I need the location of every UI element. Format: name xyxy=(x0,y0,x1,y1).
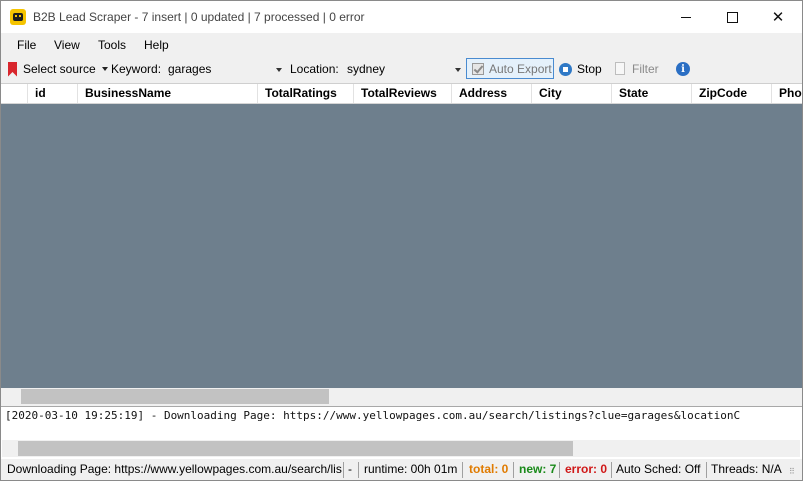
chevron-down-icon xyxy=(276,68,282,72)
location-value: sydney xyxy=(347,62,386,76)
column-header-city[interactable]: City xyxy=(532,84,612,103)
location-combobox[interactable]: sydney xyxy=(342,58,464,80)
column-header-businessname[interactable]: BusinessName xyxy=(78,84,258,103)
column-header-zipcode[interactable]: ZipCode xyxy=(692,84,772,103)
status-runtime: runtime: 00h 01m xyxy=(364,462,458,476)
window-title: B2B Lead Scraper - 7 insert | 0 updated … xyxy=(33,10,365,24)
log-line: [2020-03-10 19:25:19] - Downloading Page… xyxy=(5,409,741,422)
log-scrollbar-thumb[interactable] xyxy=(18,441,573,456)
close-button[interactable]: ✕ xyxy=(755,1,801,33)
toolbar: Select source Keyword: garages Location:… xyxy=(1,56,802,82)
column-header-phone[interactable]: Pho xyxy=(772,84,802,103)
stop-button[interactable]: Stop xyxy=(559,56,602,82)
results-grid[interactable]: id BusinessName TotalRatings TotalReview… xyxy=(1,83,802,390)
minimize-icon xyxy=(681,16,691,18)
chevron-down-icon xyxy=(101,67,108,71)
robot-app-icon xyxy=(10,9,26,25)
filter-label: Filter xyxy=(632,62,659,76)
log-panel[interactable]: [2020-03-10 19:25:19] - Downloading Page… xyxy=(1,406,802,460)
auto-export-label: Auto Export xyxy=(489,61,552,76)
checkmark-icon xyxy=(472,62,484,75)
status-downloading: Downloading Page: https://www.yellowpage… xyxy=(7,462,342,476)
info-button[interactable]: i xyxy=(676,56,690,82)
grid-horizontal-scrollbar[interactable] xyxy=(1,388,802,405)
status-dash: - xyxy=(348,462,352,476)
keyword-label: Keyword: xyxy=(111,62,162,76)
chevron-down-icon xyxy=(455,68,461,72)
keyword-combobox[interactable]: garages xyxy=(163,58,287,80)
bookmark-icon xyxy=(8,61,17,77)
menu-file[interactable]: File xyxy=(17,38,36,52)
row-header-corner xyxy=(1,84,28,103)
maximize-button[interactable] xyxy=(709,1,755,33)
maximize-icon xyxy=(726,11,738,23)
filter-button[interactable]: Filter xyxy=(615,56,659,82)
keyword-value: garages xyxy=(168,62,212,76)
size-grip-icon[interactable]: ⠿ xyxy=(789,467,799,477)
status-auto-sched: Auto Sched: Off xyxy=(616,462,701,476)
status-error: error: 0 xyxy=(565,462,608,476)
app-window: B2B Lead Scraper - 7 insert | 0 updated … xyxy=(0,0,803,481)
status-bar: Downloading Page: https://www.yellowpage… xyxy=(1,459,802,480)
title-bar: B2B Lead Scraper - 7 insert | 0 updated … xyxy=(1,1,802,33)
column-header-id[interactable]: id xyxy=(28,84,78,103)
log-horizontal-scrollbar[interactable] xyxy=(2,440,800,457)
location-label: Location: xyxy=(290,62,339,76)
menu-help[interactable]: Help xyxy=(144,38,169,52)
column-header-state[interactable]: State xyxy=(612,84,692,103)
stop-icon xyxy=(559,62,572,76)
menu-view[interactable]: View xyxy=(54,38,80,52)
menu-tools[interactable]: Tools xyxy=(98,38,126,52)
status-new: new: 7 xyxy=(519,462,557,476)
stop-label: Stop xyxy=(577,62,602,76)
grid-header: id BusinessName TotalRatings TotalReview… xyxy=(1,84,802,104)
menu-bar: File View Tools Help xyxy=(1,34,802,55)
select-source-button[interactable]: Select source xyxy=(8,56,108,82)
minimize-button[interactable] xyxy=(663,1,709,33)
info-icon: i xyxy=(676,62,690,76)
status-threads: Threads: N/A xyxy=(711,462,782,476)
auto-export-button[interactable]: Auto Export xyxy=(466,58,554,79)
column-header-totalreviews[interactable]: TotalReviews xyxy=(354,84,452,103)
status-total: total: 0 xyxy=(469,462,509,476)
column-header-totalratings[interactable]: TotalRatings xyxy=(258,84,354,103)
grid-scrollbar-thumb[interactable] xyxy=(21,389,329,404)
filter-icon xyxy=(615,62,627,76)
column-header-address[interactable]: Address xyxy=(452,84,532,103)
select-source-label: Select source xyxy=(23,62,96,76)
close-icon: ✕ xyxy=(771,8,785,26)
